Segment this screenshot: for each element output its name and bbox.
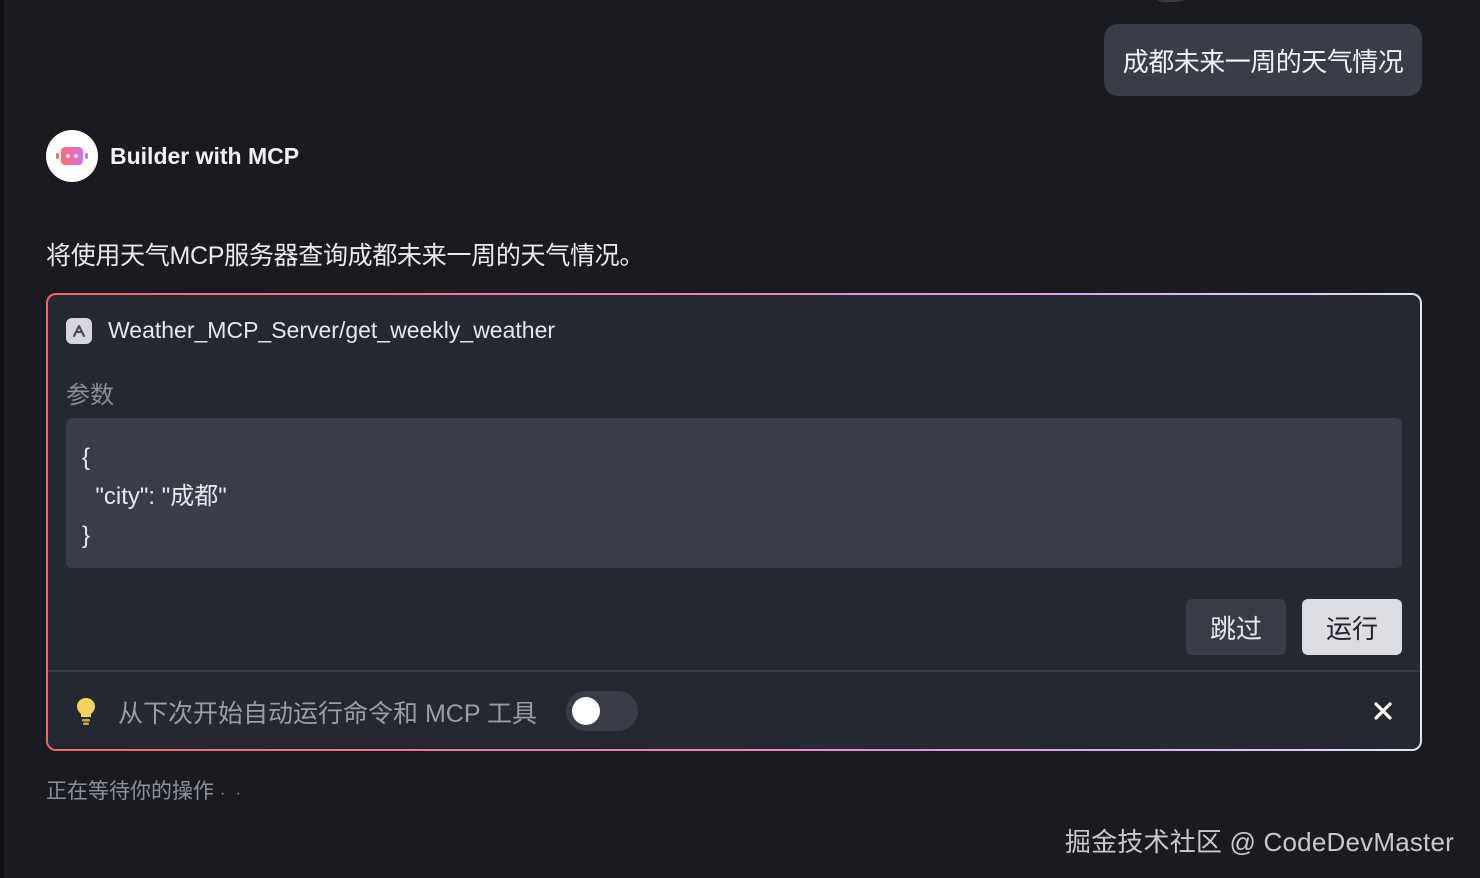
params-code-box: { "city": "成都" }: [66, 418, 1402, 568]
tool-call-card: Weather_MCP_Server/get_weekly_weather 参数…: [46, 293, 1422, 751]
close-icon[interactable]: [1368, 696, 1398, 726]
assistant-header: Builder with MCP: [46, 130, 299, 182]
toggle-knob: [572, 697, 600, 725]
assistant-name: Builder with MCP: [110, 142, 300, 169]
waiting-status: 正在等待你的操作 · ·: [46, 775, 244, 805]
code-line: "city": "成都": [82, 483, 227, 510]
tool-header: Weather_MCP_Server/get_weekly_weather: [66, 317, 555, 344]
watermark: 掘金技术社区 @ CodeDevMaster: [1064, 827, 1454, 857]
params-label: 参数: [66, 382, 114, 409]
tool-icon: [66, 317, 92, 344]
robot-icon: [46, 130, 98, 182]
scroll-avatar-stub: [1150, 0, 1190, 2]
user-message-bubble: 成都未来一周的天气情况: [1104, 24, 1422, 96]
lightbulb-icon: [77, 698, 95, 725]
code-line: }: [82, 522, 91, 549]
assistant-intro: 将使用天气MCP服务器查询成都未来一周的天气情况。: [46, 242, 645, 270]
run-button[interactable]: 运行: [1302, 599, 1402, 655]
left-edge: [0, 0, 4, 878]
loading-dots: · ·: [220, 785, 245, 802]
chat-page: 成都未来一周的天气情况 Builder with MCP 将使用天气MCP服务器…: [0, 0, 1480, 878]
waiting-text: 正在等待你的操作: [46, 780, 214, 803]
auto-run-text: 从下次开始自动运行命令和 MCP 工具: [118, 700, 537, 728]
auto-run-row: 从下次开始自动运行命令和 MCP 工具: [48, 672, 1420, 749]
tool-name: Weather_MCP_Server/get_weekly_weather: [108, 317, 556, 343]
auto-run-toggle[interactable]: [566, 691, 638, 731]
tool-call-card-body: Weather_MCP_Server/get_weekly_weather 参数…: [48, 295, 1420, 749]
skip-button[interactable]: 跳过: [1186, 599, 1286, 655]
code-line: {: [82, 444, 91, 471]
